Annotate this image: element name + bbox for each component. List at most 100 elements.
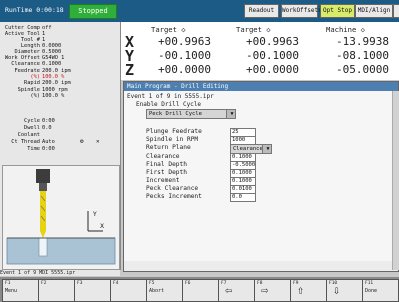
tool-drawing: Y X — [3, 166, 119, 269]
info-label: Rapid — [24, 80, 40, 86]
key-number: F5 — [149, 281, 155, 286]
arrow-down-icon: ⇩ — [333, 283, 341, 297]
readout-col-head: Machine ◇ — [326, 25, 365, 34]
y-machine-value: -08.1000 — [336, 49, 389, 62]
info-label: Cycle — [24, 118, 40, 124]
chevron-down-icon[interactable]: ▼ — [226, 110, 235, 118]
readout-col-head: Target ◇ — [151, 25, 186, 34]
info-row: (%) 100.0 % — [2, 93, 112, 99]
field-label: Pecks Increment — [146, 193, 202, 200]
event-info: Event 1 of 9 in 5555.ipr — [127, 93, 214, 100]
field-label: Increment — [146, 177, 180, 184]
status-line: Event 1 of 9 MDI 5555.ipr — [0, 270, 120, 276]
f11-done-key[interactable]: F11 Done — [362, 279, 399, 302]
settings-icon[interactable]: ⚙ — [80, 139, 84, 145]
field-label: Peck Clearance — [146, 185, 199, 192]
info-value: 0:00 — [42, 118, 55, 124]
f2-key[interactable]: F2 — [38, 279, 75, 302]
run-time-display: RunTime 0:00:18 — [5, 6, 64, 14]
f5-abort-key[interactable]: F5 Abort — [146, 279, 183, 302]
cycle-type-select[interactable]: Peck Drill Cycle ▼ — [146, 109, 236, 119]
f7-previous-key[interactable]: F7 ⇦ — [218, 279, 255, 302]
key-label: Done — [365, 288, 378, 294]
z-machine-value: -05.0000 — [336, 63, 389, 76]
key-number: F2 — [41, 281, 47, 286]
f3-key[interactable]: F3 — [74, 279, 111, 302]
info-value: 0:00 — [42, 146, 55, 152]
info-row: Rapid 200.0 ipm — [2, 80, 112, 86]
function-key-bar: F1 Menu F2 F3 F4 F5 Abort F6 F7 ⇦ F8 ⇨ F9 ⇧ F… — [0, 277, 399, 302]
x-target2-value: +00.9963 — [246, 35, 299, 48]
info-row: Cycle 0:00 — [2, 118, 112, 124]
field-label: Spindle in RPM — [146, 136, 199, 143]
info-label: Dwell — [24, 125, 40, 131]
chevron-down-icon[interactable]: ▼ — [262, 145, 271, 153]
dialog-title: Main Program - Drill Editing — [124, 82, 398, 91]
tool-collet — [39, 183, 47, 191]
info-row: Dwell 0.0 — [2, 125, 112, 131]
mdi-align-button[interactable]: MDI/Align — [355, 4, 393, 18]
field-label: Clearance — [146, 153, 180, 160]
arrow-right-icon: ⇨ — [261, 283, 269, 297]
cycle-type-value: Peck Drill Cycle — [149, 111, 202, 117]
arrow-up-icon: ⇧ — [297, 283, 305, 297]
key-label: Abort — [149, 288, 165, 294]
field-label: Return Plane — [146, 144, 191, 151]
drill-editing-dialog: Main Program - Drill Editing Event 1 of … — [123, 81, 399, 272]
info-value: Auto — [42, 139, 55, 145]
field-label: Final Depth — [146, 161, 187, 168]
key-number: F3 — [77, 281, 83, 286]
info-label: Time — [27, 146, 40, 152]
info-row: Clearance 0.1000 — [2, 61, 112, 67]
y-target-value: -00.1000 — [158, 49, 211, 62]
y-target2-value: -00.1000 — [246, 49, 299, 62]
key-number: F11 — [365, 281, 374, 286]
readout-col-head: Target ◇ — [236, 25, 271, 34]
key-number: F1 — [5, 281, 11, 286]
tool-path-viewport[interactable]: Y X — [2, 165, 120, 270]
f10-key[interactable]: F10 ⇩ — [326, 279, 363, 302]
opt-stop-button[interactable]: Opt Stop — [320, 4, 355, 18]
z-target2-value: +00.0000 — [246, 63, 299, 76]
field-label: First Depth — [146, 169, 187, 176]
info-label: Coolant — [17, 132, 40, 138]
info-value: 200.0 ipm — [42, 80, 71, 86]
z-target-value: +00.0000 — [158, 63, 211, 76]
position-readout: Target ◇ Target ◇ Machine ◇ X +00.9963 +… — [121, 22, 399, 80]
clear-icon[interactable]: ✕ — [96, 139, 100, 145]
arrow-left-icon: ⇦ — [225, 283, 233, 297]
key-number: F6 — [185, 281, 191, 286]
info-value: 0.1000 — [42, 61, 62, 67]
x-target-value: +00.9963 — [158, 35, 211, 48]
status-badge: Stopped — [69, 4, 117, 19]
work-offsets-button[interactable]: WorkOffsets — [281, 4, 322, 18]
f1-menu-key[interactable]: F1 Menu — [2, 279, 39, 302]
f8-next-key[interactable]: F8 ⇨ — [254, 279, 291, 302]
drill-bit — [40, 191, 46, 231]
info-label: Ct Thread — [11, 139, 40, 145]
x-machine-value: -13.9938 — [336, 35, 389, 48]
f9-up-key[interactable]: F9 ⇧ — [290, 279, 327, 302]
menu-edge-button[interactable] — [393, 4, 399, 18]
tool-holder — [36, 169, 50, 183]
info-value: 100.0 % — [42, 93, 65, 99]
info-row: Time 0:00 — [2, 146, 112, 152]
field-label: Plunge Feedrate — [146, 128, 202, 135]
readout-button[interactable]: Readout — [244, 4, 279, 18]
f6-key[interactable]: F6 — [182, 279, 219, 302]
key-number: F4 — [113, 281, 119, 286]
drilled-hole — [38, 237, 48, 257]
f4-key[interactable]: F4 — [110, 279, 147, 302]
key-label: Menu — [5, 288, 18, 294]
info-value: 0.0 — [42, 125, 52, 131]
info-label: (%) — [30, 93, 40, 99]
y-axis-label: Y — [92, 211, 97, 218]
drill-cycle-heading: Enable Drill Cycle — [136, 101, 202, 108]
pecks-increment-field[interactable]: 0.0 — [230, 193, 256, 202]
x-axis-label: X — [100, 223, 104, 230]
workpiece — [6, 237, 116, 265]
info-label: Clearance — [11, 61, 40, 67]
dialog-scrollbar[interactable] — [392, 91, 399, 270]
info-row: Ct Thread Auto ⚙ ✕ — [2, 139, 112, 146]
dialog-content: Event 1 of 9 in 5555.ipr Enable Drill Cy… — [124, 91, 398, 261]
